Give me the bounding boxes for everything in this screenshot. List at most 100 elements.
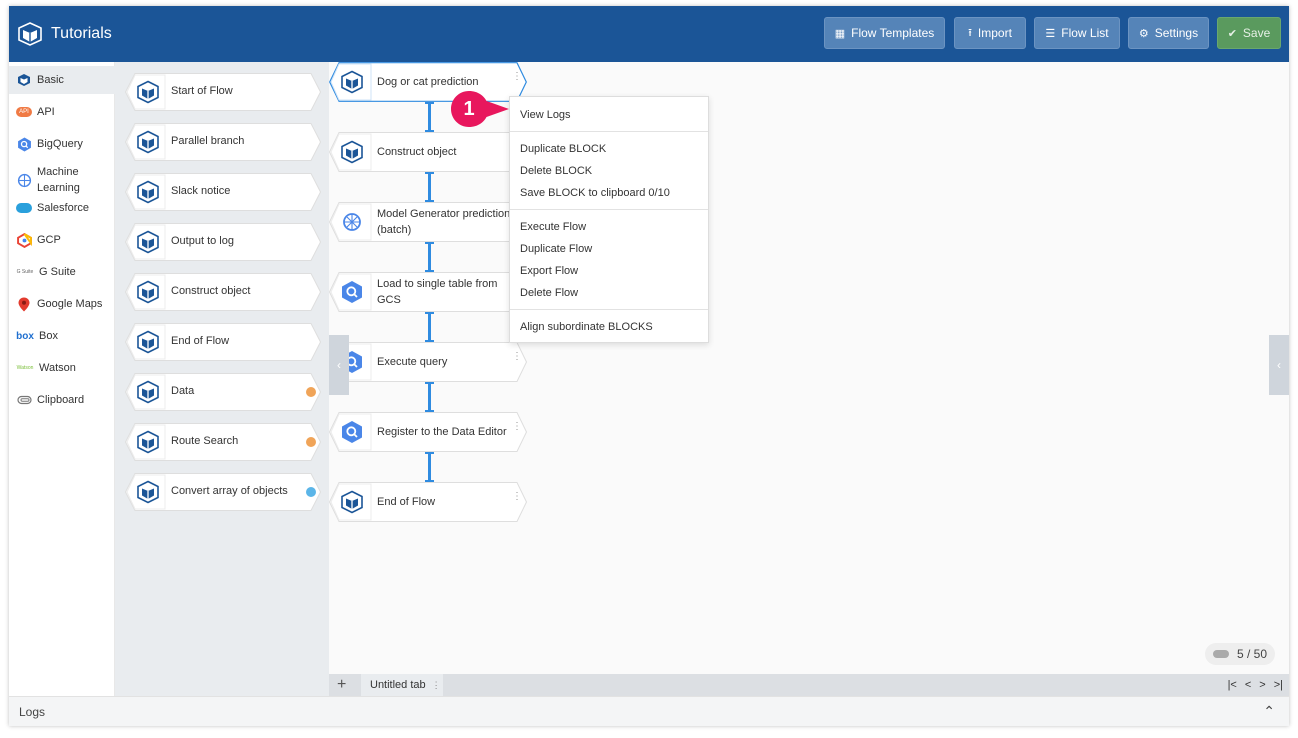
flow-block[interactable]: Model Generator prediction (batch) — [329, 202, 527, 242]
flow-block[interactable]: Load to single table from GCS — [329, 272, 527, 312]
category-clipboard[interactable]: Clipboard — [9, 386, 115, 414]
palette-block[interactable]: Output to log — [125, 223, 321, 261]
magellan-block-icon — [137, 180, 159, 204]
kebab-menu-icon[interactable]: ⋮ — [512, 492, 522, 502]
app-header: Tutorials ▦ Flow Templates ⭱ Import ☰ Fl… — [9, 6, 1289, 62]
connector — [425, 312, 434, 342]
tab-bar: + Untitled tab ⋮ |< < > >| — [329, 674, 1289, 696]
bigquery-icon — [16, 136, 32, 152]
category-gsuite[interactable]: G Suite G Suite — [9, 258, 115, 286]
save-button[interactable]: ✔ Save — [1217, 17, 1281, 49]
category-gcp[interactable]: GCP — [9, 226, 115, 254]
palette-block[interactable]: Route Search — [125, 423, 321, 461]
menu-item-align-subordinate[interactable]: Align subordinate BLOCKS — [520, 321, 653, 333]
flow-list-button[interactable]: ☰ Flow List — [1034, 17, 1120, 49]
palette-block[interactable]: Data — [125, 373, 321, 411]
category-basic[interactable]: Basic — [9, 66, 115, 94]
status-dot — [306, 487, 316, 497]
prev-page-icon[interactable]: < — [1245, 679, 1251, 691]
magellan-block-icon — [137, 280, 159, 304]
connector — [425, 172, 434, 202]
category-sidebar: Basic API API BigQuery Machine Learning … — [9, 62, 115, 696]
brain-icon — [343, 213, 361, 231]
logs-panel[interactable]: Logs ⌃ — [9, 696, 1289, 726]
menu-item-execute-flow[interactable]: Execute Flow — [520, 221, 586, 233]
category-google-maps[interactable]: Google Maps — [9, 290, 115, 318]
menu-item-export-flow[interactable]: Export Flow — [520, 265, 578, 277]
magellan-block-icon — [137, 230, 159, 254]
box-icon: box — [16, 330, 34, 342]
kebab-menu-icon[interactable]: ⋮ — [512, 422, 522, 432]
flow-block[interactable]: End of Flow ⋮ — [329, 482, 527, 522]
last-page-icon[interactable]: >| — [1274, 679, 1283, 691]
magellan-block-icon — [137, 330, 159, 354]
flow-block[interactable]: Execute query ⋮ — [329, 342, 527, 382]
tab-untitled[interactable]: Untitled tab ⋮ — [361, 674, 443, 696]
connector — [425, 242, 434, 272]
menu-item-duplicate-flow[interactable]: Duplicate Flow — [520, 243, 592, 255]
expand-right-panel-tab[interactable]: ‹ — [1269, 335, 1289, 395]
flow-canvas[interactable]: Dog or cat prediction ⋮ Construct object… — [329, 62, 1289, 674]
first-page-icon[interactable]: |< — [1228, 679, 1237, 691]
tab-pager: |< < > >| — [1228, 674, 1283, 696]
app-title: Tutorials — [51, 25, 112, 42]
palette-block[interactable]: Parallel branch — [125, 123, 321, 161]
chevron-left-icon: ‹ — [337, 358, 341, 372]
magellan-block-icon — [341, 490, 363, 514]
collapse-palette-tab[interactable]: ‹ — [329, 335, 349, 395]
menu-item-save-block-clipboard[interactable]: Save BLOCK to clipboard 0/10 — [520, 187, 670, 199]
flow-block[interactable]: Register to the Data Editor ⋮ — [329, 412, 527, 452]
connector — [425, 382, 434, 412]
magellan-block-icon — [137, 430, 159, 454]
kebab-menu-icon[interactable]: ⋮ — [512, 72, 522, 82]
logs-title: Logs — [19, 705, 46, 719]
flow-templates-button[interactable]: ▦ Flow Templates — [824, 17, 945, 49]
menu-item-delete-flow[interactable]: Delete Flow — [520, 287, 578, 299]
menu-item-view-logs[interactable]: View Logs — [520, 109, 571, 121]
gcp-icon — [16, 232, 32, 248]
chevron-up-icon[interactable]: ⌃ — [1263, 703, 1275, 720]
settings-button[interactable]: ⚙ Settings — [1128, 17, 1209, 49]
palette-block[interactable]: Slack notice — [125, 173, 321, 211]
menu-item-duplicate-block[interactable]: Duplicate BLOCK — [520, 143, 606, 155]
kebab-menu-icon[interactable]: ⋮ — [512, 352, 522, 362]
connector — [425, 102, 434, 132]
add-tab-button[interactable]: + — [337, 674, 346, 696]
salesforce-cloud-icon — [16, 200, 32, 216]
import-button[interactable]: ⭱ Import — [954, 17, 1026, 49]
category-machine-learning[interactable]: Machine Learning — [9, 162, 115, 198]
magellan-block-icon — [137, 80, 159, 104]
category-bigquery[interactable]: BigQuery — [9, 130, 115, 158]
palette-block[interactable]: Construct object — [125, 273, 321, 311]
kebab-menu-icon[interactable]: ⋮ — [432, 680, 441, 691]
toggle-icon[interactable] — [1212, 650, 1229, 658]
next-page-icon[interactable]: > — [1259, 679, 1265, 691]
magellan-block-icon — [137, 130, 159, 154]
map-pin-icon — [16, 296, 32, 312]
upload-icon: ⭱ — [968, 26, 972, 39]
palette-block[interactable]: Start of Flow — [125, 73, 321, 111]
palette-block[interactable]: Convert array of objects — [125, 473, 321, 511]
list-icon: ☰ — [1045, 27, 1056, 40]
category-watson[interactable]: Watson Watson — [9, 354, 115, 382]
menu-item-delete-block[interactable]: Delete BLOCK — [520, 165, 592, 177]
magellan-logo-icon — [18, 22, 42, 46]
status-dot — [306, 387, 316, 397]
app-window: Tutorials ▦ Flow Templates ⭱ Import ☰ Fl… — [9, 6, 1289, 726]
palette-block[interactable]: End of Flow — [125, 323, 321, 361]
flow-block[interactable]: Construct object — [329, 132, 527, 172]
category-api[interactable]: API API — [9, 98, 115, 126]
watson-icon: Watson — [16, 365, 34, 371]
status-dot — [306, 437, 316, 447]
category-salesforce[interactable]: Salesforce — [9, 194, 115, 222]
menu-divider — [510, 131, 708, 132]
brand: Tutorials — [17, 20, 112, 48]
magellan-block-icon — [137, 480, 159, 504]
magellan-block-icon — [16, 72, 32, 88]
callout-number: 1 — [463, 97, 475, 120]
category-box[interactable]: box Box — [9, 322, 115, 350]
magellan-block-icon — [137, 380, 159, 404]
gear-icon: ⚙ — [1138, 27, 1149, 40]
magellan-block-icon — [341, 140, 363, 164]
chevron-left-icon: ‹ — [1277, 358, 1281, 372]
